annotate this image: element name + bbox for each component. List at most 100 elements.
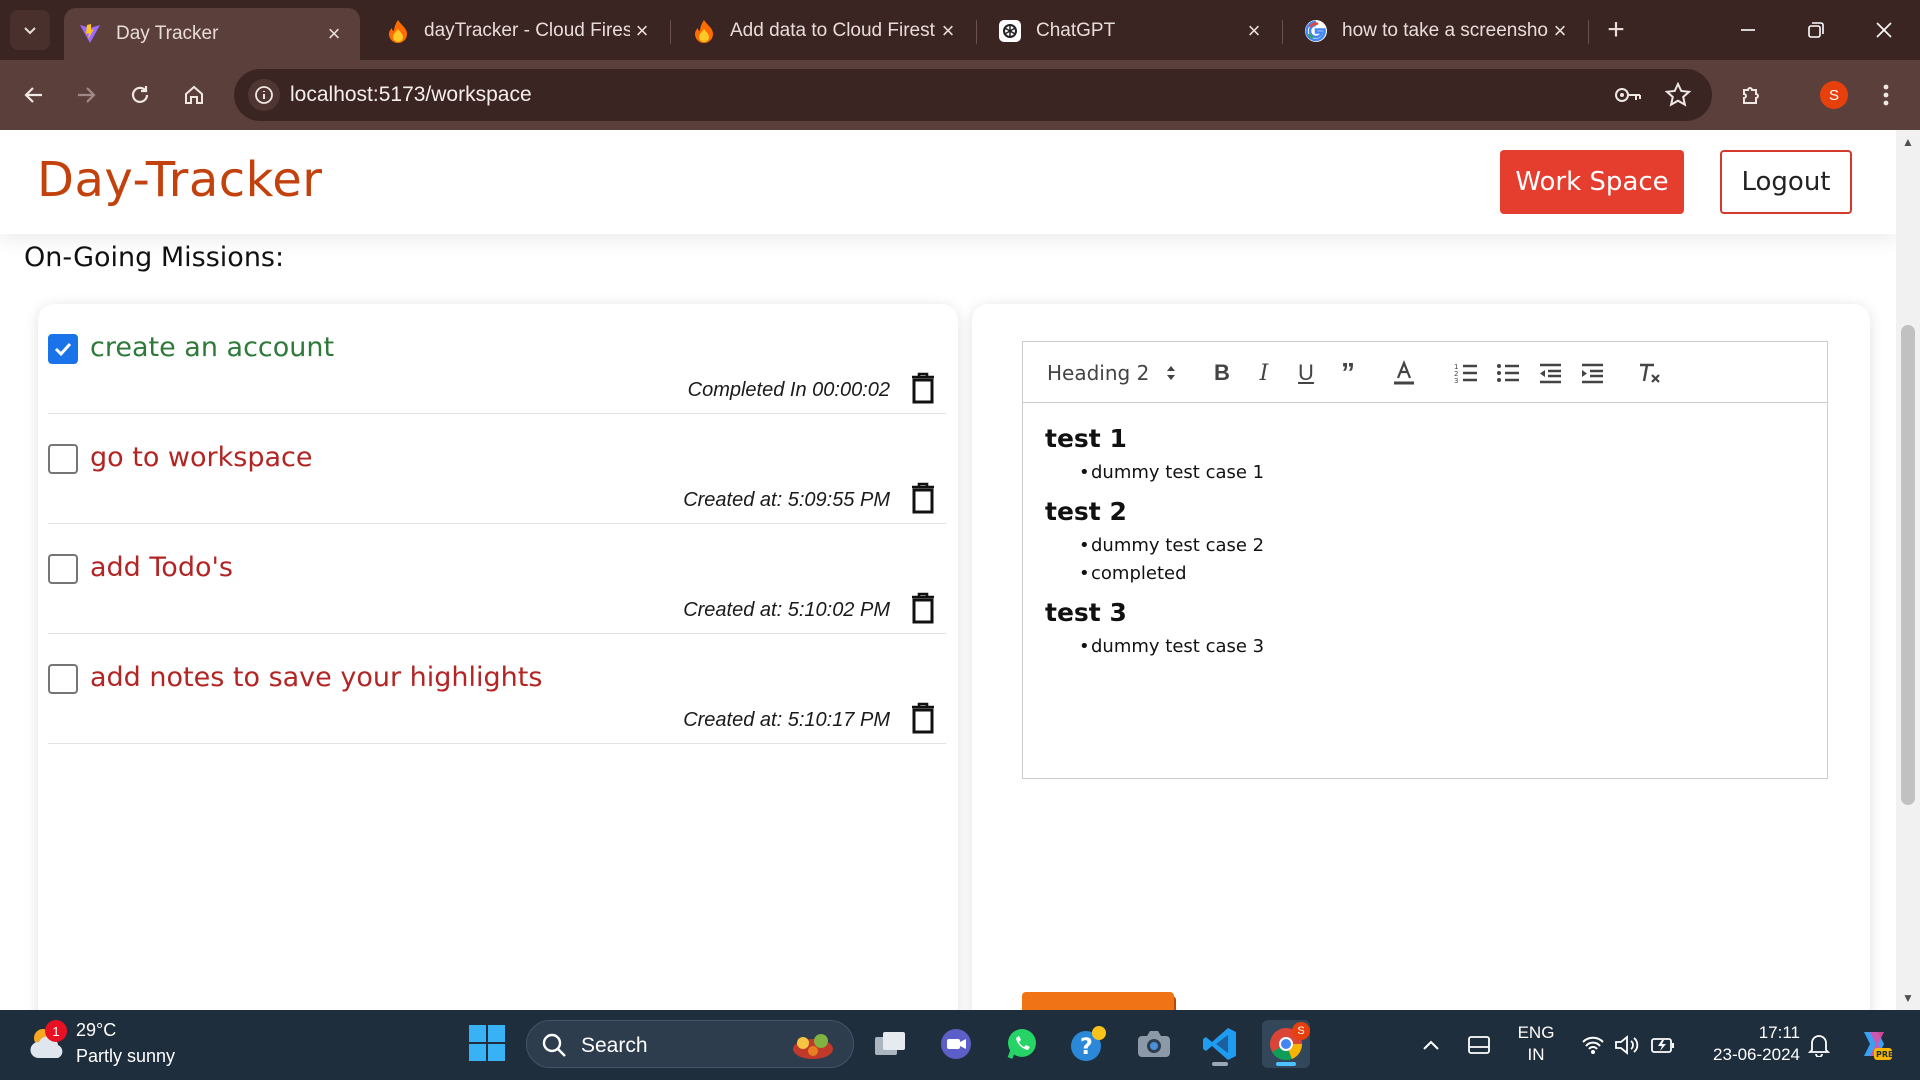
todo-list-card: create an account Completed In 00:00:02 … [38,304,958,1010]
browser-menu-button[interactable] [1866,75,1906,115]
site-info-icon[interactable] [248,79,280,111]
close-icon[interactable]: × [1242,18,1266,43]
tab-google-search[interactable]: how to take a screenshot × [1290,8,1586,54]
active-indicator [1276,1062,1296,1066]
trash-icon[interactable] [908,700,938,736]
bold-icon[interactable]: B [1207,358,1237,388]
tab-day-tracker[interactable]: Day Tracker × [64,8,360,60]
todo-checkbox[interactable] [48,444,78,474]
reload-button[interactable] [120,75,160,115]
app-logo[interactable]: Day-Tracker [37,152,323,208]
language-indicator[interactable]: ENG IN [1516,1022,1556,1066]
logout-button[interactable]: Logout [1720,150,1852,214]
profile-avatar[interactable]: S [1820,81,1848,109]
camera-icon [1138,1031,1170,1057]
todo-checkbox[interactable] [48,334,78,364]
windows-start-icon[interactable] [468,1024,506,1062]
password-key-icon[interactable] [1614,81,1642,109]
bookmark-star-icon[interactable] [1664,81,1692,109]
notification-bell-icon[interactable] [1806,1032,1832,1058]
url-text[interactable]: localhost:5173/workspace [290,83,532,107]
bullet-list-icon[interactable] [1493,358,1523,388]
ordered-list-icon[interactable]: 123 [1451,358,1481,388]
tab-chatgpt[interactable]: ChatGPT × [984,8,1280,54]
tab-separator [670,20,671,44]
todo-item: create an account Completed In 00:00:02 [48,304,946,414]
tab-search-button[interactable] [10,10,50,50]
scroll-down-icon[interactable]: ▼ [1902,992,1914,1004]
minimize-button[interactable] [1728,10,1768,50]
close-icon[interactable]: × [322,21,346,46]
forward-button[interactable] [66,75,106,115]
taskbar-chrome[interactable]: S [1262,1020,1310,1068]
copilot-icon[interactable]: PRE [1856,1026,1892,1062]
battery-charging-icon[interactable] [1650,1032,1676,1058]
taskbar-whatsapp[interactable] [998,1020,1046,1068]
taskbar-meet[interactable] [932,1020,980,1068]
back-button[interactable] [14,75,54,115]
language-code: ENG [1517,1023,1555,1042]
google-icon [1304,19,1328,43]
close-icon[interactable]: × [1548,18,1572,43]
new-tab-button[interactable]: + [1600,13,1632,46]
taskbar-camera[interactable] [1130,1020,1178,1068]
system-clock[interactable]: 17:11 23-06-2024 [1690,1022,1800,1066]
taskbar-task-view[interactable] [866,1020,914,1068]
tab-firestore-1[interactable]: dayTracker - Cloud Firest × [372,8,668,54]
underline-icon[interactable]: U [1291,358,1321,388]
chevron-up-icon[interactable] [1418,1032,1444,1058]
heading-select[interactable]: Heading 2 [1047,360,1177,386]
tab-firestore-2[interactable]: Add data to Cloud Firest × [678,8,974,54]
region-code: IN [1527,1045,1545,1064]
vite-logo-icon [78,22,102,46]
text-color-icon[interactable] [1389,358,1419,388]
volume-icon[interactable] [1614,1032,1640,1058]
close-window-button[interactable] [1864,10,1904,50]
editor-content[interactable]: test 1 dummy test case 1 test 2 dummy te… [1045,424,1805,671]
outdent-icon[interactable] [1535,358,1565,388]
trash-icon[interactable] [908,590,938,626]
note-list: dummy test case 3 [1079,633,1805,661]
restore-icon [1808,22,1824,38]
close-icon[interactable]: × [936,18,960,43]
address-bar[interactable]: localhost:5173/workspace [234,69,1712,121]
notes-card: Heading 2 B I U ” 123 test 1 • dummy tes… [972,304,1870,1010]
italic-icon[interactable]: I [1249,358,1279,388]
scroll-up-icon[interactable]: ▲ [1902,136,1914,148]
extensions-button[interactable] [1732,75,1772,115]
indent-icon[interactable] [1577,358,1607,388]
blockquote-icon[interactable]: ” [1333,357,1363,388]
taskbar-get-help[interactable]: ? [1064,1020,1112,1068]
os-taskbar: 1 29°C Partly sunny Search ? S ENG IN 17… [0,1010,1920,1080]
browser-tab-bar: Day Tracker × dayTracker - Cloud Firest … [0,0,1920,60]
note-list: dummy test case 1 [1079,459,1805,487]
todo-checkbox[interactable] [48,554,78,584]
tab-title: ChatGPT [1036,20,1116,41]
save-button[interactable]: save [1022,992,1174,1010]
arrow-left-icon [24,87,42,103]
tab-separator [976,20,977,44]
more-vertical-icon [1883,84,1889,106]
heading-select-value: Heading 2 [1047,361,1150,385]
tablet-mode-icon[interactable] [1466,1032,1492,1058]
restore-button[interactable] [1796,10,1836,50]
wifi-icon[interactable] [1580,1032,1606,1058]
todo-checkbox[interactable] [48,664,78,694]
clear-format-icon[interactable] [1635,358,1665,388]
firebase-icon [692,19,716,43]
trash-icon[interactable] [908,480,938,516]
taskbar-vscode[interactable] [1196,1020,1244,1068]
page-scrollbar[interactable]: ▲ ▼ [1896,130,1920,1010]
taskbar-search[interactable]: Search [526,1020,854,1068]
workspace-button[interactable]: Work Space [1500,150,1684,214]
section-title: On-Going Missions: [24,242,285,273]
scrollbar-thumb[interactable] [1901,325,1915,805]
close-icon[interactable]: × [630,18,654,43]
trash-icon[interactable] [908,370,938,406]
vscode-icon [1203,1028,1236,1060]
video-chat-icon [941,1029,971,1059]
todo-item: go to workspace Created at: 5:09:55 PM [48,414,946,524]
page-viewport: Day-Tracker Work Space Logout On-Going M… [0,130,1920,1010]
home-button[interactable] [174,75,214,115]
editor-toolbar: Heading 2 B I U ” 123 [1023,342,1827,403]
